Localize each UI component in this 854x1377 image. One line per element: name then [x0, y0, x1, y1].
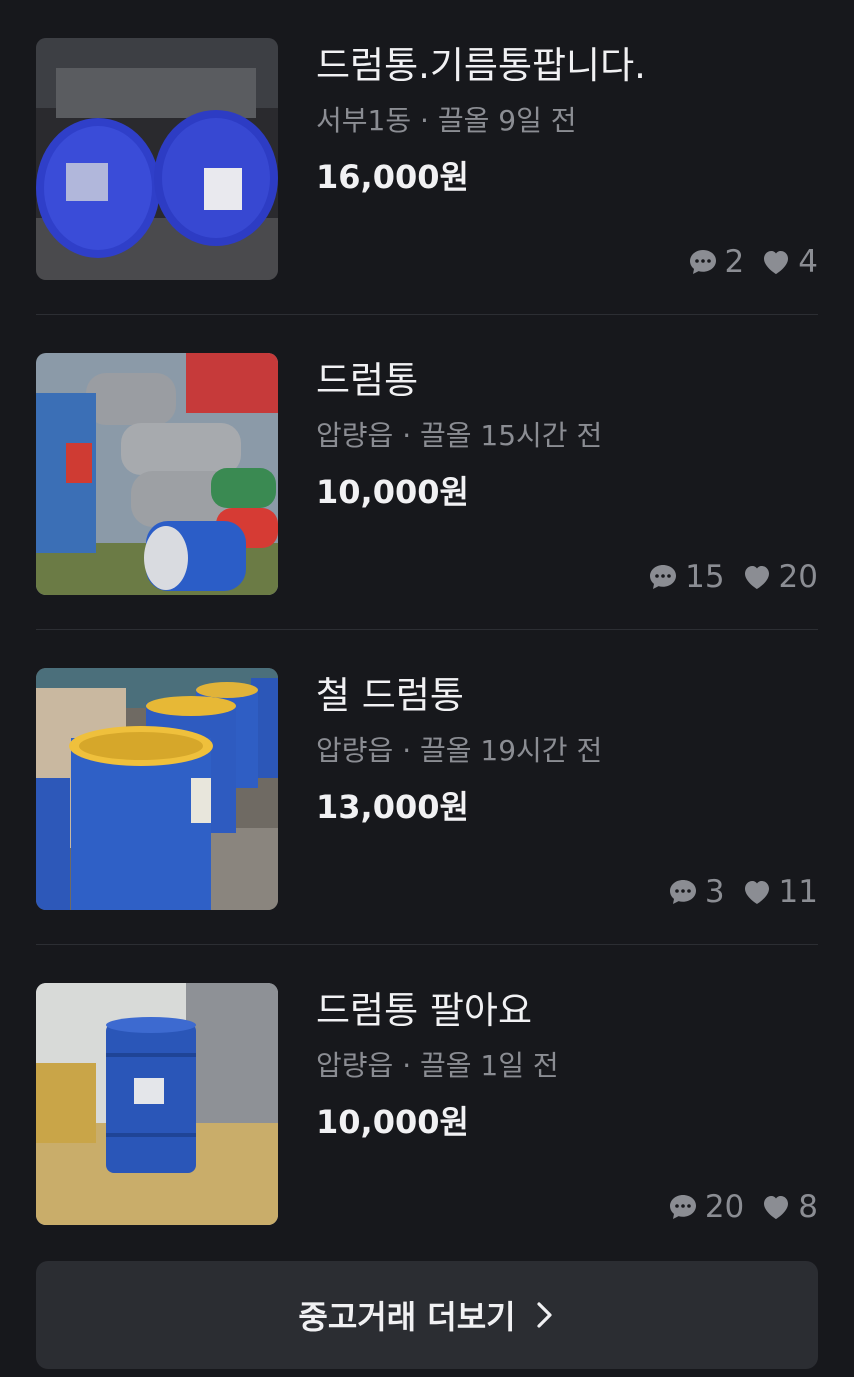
listing-item[interactable]: 드럼통 압량읍 · 끌올 15시간 전 10,000원 15 20 — [36, 315, 818, 630]
listing-price: 13,000원 — [316, 788, 469, 826]
listing-time: 끌올 9일 전 — [437, 104, 577, 137]
listing-thumbnail[interactable] — [36, 668, 278, 910]
listing-location: 압량읍 — [316, 734, 394, 767]
listing-title[interactable]: 드럼통.기름통팝니다. — [316, 42, 646, 90]
listing-stats: 15 20 — [647, 555, 818, 599]
listing-price: 10,000원 — [316, 473, 469, 511]
chat-bubble-icon — [667, 1191, 699, 1223]
like-count: 20 — [778, 559, 818, 595]
listing-list: 드럼통.기름통팝니다. 서부1동 · 끌올 9일 전 16,000원 2 4 드… — [36, 0, 818, 1260]
listing-title[interactable]: 철 드럼통 — [316, 672, 464, 720]
chat-bubble-icon — [667, 876, 699, 908]
listing-time: 끌올 1일 전 — [420, 1049, 559, 1082]
listing-meta: 압량읍 · 끌올 19시간 전 — [316, 732, 602, 770]
comment-count: 3 — [704, 874, 725, 910]
listing-location: 압량읍 — [316, 419, 394, 452]
like-count: 4 — [798, 244, 818, 280]
listing-price: 10,000원 — [316, 1103, 469, 1141]
more-listings-button[interactable]: 중고거래 더보기 — [36, 1261, 818, 1369]
chat-bubble-icon — [647, 561, 679, 593]
listing-price: 16,000원 — [316, 158, 469, 196]
meta-separator: · — [402, 1049, 412, 1082]
listing-item[interactable]: 드럼통 팔아요 압량읍 · 끌올 1일 전 10,000원 20 8 — [36, 945, 818, 1260]
listing-stats: 2 4 — [687, 240, 818, 284]
meta-separator: · — [402, 419, 412, 452]
more-listings-label: 중고거래 더보기 — [298, 1298, 516, 1336]
comment-count: 20 — [704, 1189, 745, 1225]
heart-icon — [760, 246, 792, 278]
chat-bubble-icon — [687, 246, 719, 278]
listing-location: 서부1동 — [316, 104, 412, 137]
like-count: 11 — [778, 874, 818, 910]
listing-meta: 압량읍 · 끌올 1일 전 — [316, 1047, 559, 1085]
listing-item[interactable]: 드럼통.기름통팝니다. 서부1동 · 끌올 9일 전 16,000원 2 4 — [36, 0, 818, 315]
heart-icon — [741, 876, 773, 908]
listing-thumbnail[interactable] — [36, 38, 278, 280]
comment-count: 15 — [685, 559, 725, 595]
listing-meta: 서부1동 · 끌올 9일 전 — [316, 102, 576, 140]
heart-icon — [741, 561, 773, 593]
meta-separator: · — [420, 104, 429, 137]
listing-stats: 3 11 — [667, 870, 818, 914]
listing-meta: 압량읍 · 끌올 15시간 전 — [316, 417, 602, 455]
listing-thumbnail[interactable] — [36, 983, 278, 1225]
listing-stats: 20 8 — [667, 1185, 818, 1229]
listing-thumbnail[interactable] — [36, 353, 278, 595]
listing-title[interactable]: 드럼통 — [316, 357, 418, 405]
listing-location: 압량읍 — [316, 1049, 394, 1082]
listing-title[interactable]: 드럼통 팔아요 — [316, 987, 532, 1035]
chevron-right-icon — [534, 1300, 556, 1330]
listing-time: 끌올 19시간 전 — [420, 734, 603, 767]
like-count: 8 — [798, 1189, 818, 1225]
listing-item[interactable]: 철 드럼통 압량읍 · 끌올 19시간 전 13,000원 3 11 — [36, 630, 818, 945]
listing-time: 끌올 15시간 전 — [420, 419, 603, 452]
comment-count: 2 — [724, 244, 745, 280]
heart-icon — [760, 1191, 792, 1223]
meta-separator: · — [402, 734, 412, 767]
